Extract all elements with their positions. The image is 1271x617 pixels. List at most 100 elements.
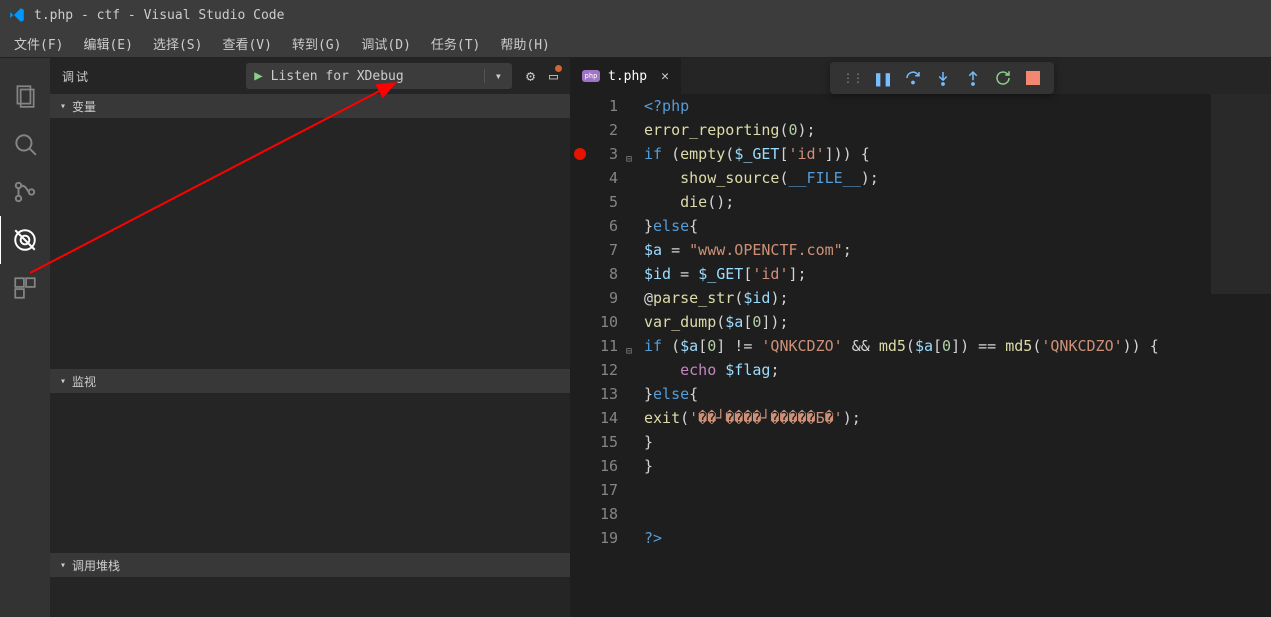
fold-icon <box>626 382 644 406</box>
php-file-icon: php <box>582 70 600 82</box>
fold-icon <box>626 190 644 214</box>
panel-variables-label: 变量 <box>72 98 96 115</box>
code-line[interactable] <box>644 478 1271 502</box>
line-number: 11 <box>590 334 618 358</box>
line-number: 15 <box>590 430 618 454</box>
fold-icon <box>626 238 644 262</box>
line-number: 12 <box>590 358 618 382</box>
editor-area: php t.php ✕ ⋮⋮ ❚❚ 1234567891011121314151… <box>570 58 1271 617</box>
gear-icon[interactable]: ⚙ <box>526 67 535 85</box>
stop-icon[interactable] <box>1018 64 1048 92</box>
code-line[interactable]: } <box>644 430 1271 454</box>
vscode-logo-icon <box>8 6 26 24</box>
code-line[interactable]: var_dump($a[0]); <box>644 310 1271 334</box>
menu-view[interactable]: 查看(V) <box>212 30 281 57</box>
panel-callstack[interactable]: ▾调用堆栈 <box>50 553 570 577</box>
code-line[interactable]: error_reporting(0); <box>644 118 1271 142</box>
code-line[interactable]: $id = $_GET['id']; <box>644 262 1271 286</box>
fold-icon <box>626 118 644 142</box>
explorer-icon[interactable] <box>0 72 50 120</box>
menu-bar: 文件(F) 编辑(E) 选择(S) 查看(V) 转到(G) 调试(D) 任务(T… <box>0 30 1271 58</box>
sidebar-title: 调试 <box>62 68 90 85</box>
debug-config-name: Listen for XDebug <box>271 69 484 84</box>
step-out-icon[interactable] <box>958 64 988 92</box>
code-line[interactable]: }else{ <box>644 214 1271 238</box>
menu-edit[interactable]: 编辑(E) <box>73 30 142 57</box>
code-line[interactable]: } <box>644 454 1271 478</box>
pause-icon[interactable]: ❚❚ <box>868 64 898 92</box>
fold-icon <box>626 526 644 550</box>
minimap[interactable] <box>1211 94 1271 594</box>
code-line[interactable]: @parse_str($id); <box>644 286 1271 310</box>
line-number: 4 <box>590 166 618 190</box>
step-over-icon[interactable] <box>898 64 928 92</box>
line-number: 18 <box>590 502 618 526</box>
step-into-icon[interactable] <box>928 64 958 92</box>
code-line[interactable]: exit('��┘����┘�����Ƃ�'); <box>644 406 1271 430</box>
close-icon[interactable]: ✕ <box>661 69 669 84</box>
line-number: 1 <box>590 94 618 118</box>
fold-icon <box>626 214 644 238</box>
menu-file[interactable]: 文件(F) <box>4 30 73 57</box>
line-number: 9 <box>590 286 618 310</box>
drag-handle-icon[interactable]: ⋮⋮ <box>836 71 868 85</box>
line-number: 14 <box>590 406 618 430</box>
panel-variables[interactable]: ▾变量 <box>50 94 570 118</box>
line-number: 7 <box>590 238 618 262</box>
extensions-icon[interactable] <box>0 264 50 312</box>
code-line[interactable]: echo $flag; <box>644 358 1271 382</box>
line-number: 5 <box>590 190 618 214</box>
fold-icon <box>626 262 644 286</box>
debug-config-select[interactable]: ▶ Listen for XDebug ▾ <box>246 63 512 89</box>
menu-go[interactable]: 转到(G) <box>282 30 351 57</box>
line-number: 13 <box>590 382 618 406</box>
line-number: 16 <box>590 454 618 478</box>
debug-sidebar: 调试 ▶ Listen for XDebug ▾ ⚙ ▭ ▾变量 ▾监视 ▾调用… <box>50 58 570 617</box>
line-number: 10 <box>590 310 618 334</box>
tab-tphp[interactable]: php t.php ✕ <box>570 58 682 94</box>
fold-icon[interactable]: ⊟ <box>626 142 644 166</box>
code-line[interactable]: $a = "www.OPENCTF.com"; <box>644 238 1271 262</box>
line-number: 8 <box>590 262 618 286</box>
scm-icon[interactable] <box>0 168 50 216</box>
fold-icon <box>626 94 644 118</box>
debug-icon[interactable] <box>0 216 49 264</box>
debug-console-icon[interactable]: ▭ <box>549 67 558 85</box>
panel-watch[interactable]: ▾监视 <box>50 369 570 393</box>
menu-help[interactable]: 帮助(H) <box>490 30 559 57</box>
breakpoint-icon[interactable] <box>574 148 586 160</box>
code-line[interactable]: show_source(__FILE__); <box>644 166 1271 190</box>
menu-debug[interactable]: 调试(D) <box>351 30 420 57</box>
chevron-down-icon[interactable]: ▾ <box>484 69 512 83</box>
debug-toolbar[interactable]: ⋮⋮ ❚❚ <box>830 62 1054 94</box>
window-title: t.php - ctf - Visual Studio Code <box>34 8 284 23</box>
tab-label: t.php <box>608 69 647 84</box>
line-number: 2 <box>590 118 618 142</box>
menu-tasks[interactable]: 任务(T) <box>421 30 490 57</box>
line-number: 17 <box>590 478 618 502</box>
code-line[interactable]: if (empty($_GET['id'])) { <box>644 142 1271 166</box>
code-line[interactable]: }else{ <box>644 382 1271 406</box>
fold-icon <box>626 406 644 430</box>
activity-bar <box>0 58 50 617</box>
search-icon[interactable] <box>0 120 50 168</box>
fold-icon[interactable]: ⊟ <box>626 334 644 358</box>
code-editor[interactable]: 12345678910111213141516171819 ⊟⊟ <?phper… <box>570 94 1271 617</box>
fold-icon <box>626 502 644 526</box>
start-debug-icon[interactable]: ▶ <box>246 68 270 84</box>
code-line[interactable]: ?> <box>644 526 1271 550</box>
fold-icon <box>626 454 644 478</box>
restart-icon[interactable] <box>988 64 1018 92</box>
code-line[interactable]: <?php <box>644 94 1271 118</box>
fold-icon <box>626 310 644 334</box>
line-number: 6 <box>590 214 618 238</box>
code-line[interactable]: if ($a[0] != 'QNKCDZO' && md5($a[0]) == … <box>644 334 1271 358</box>
code-line[interactable]: die(); <box>644 190 1271 214</box>
panel-watch-label: 监视 <box>72 373 96 390</box>
fold-icon <box>626 430 644 454</box>
line-number: 3 <box>590 142 618 166</box>
code-line[interactable] <box>644 502 1271 526</box>
line-number: 19 <box>590 526 618 550</box>
title-bar: t.php - ctf - Visual Studio Code <box>0 0 1271 30</box>
menu-select[interactable]: 选择(S) <box>143 30 212 57</box>
